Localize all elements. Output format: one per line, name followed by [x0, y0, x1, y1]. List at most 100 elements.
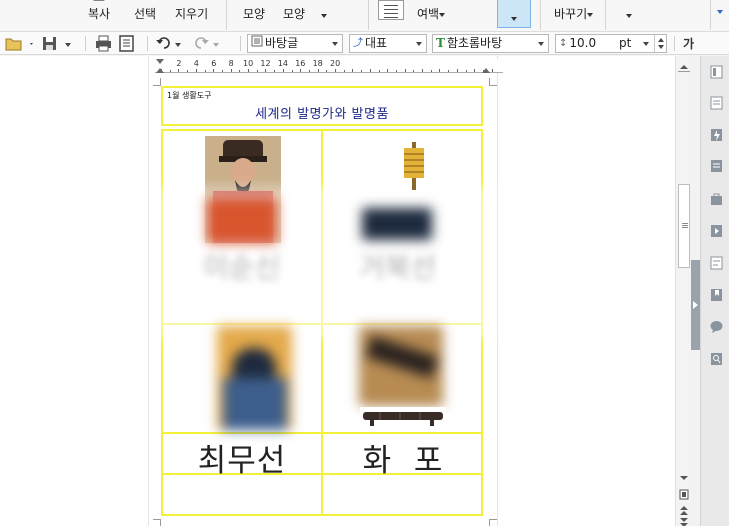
- chevron-down-icon: [680, 476, 688, 480]
- ribbon-copy-button[interactable]: — 복사: [88, 0, 110, 21]
- ruler-tick: [456, 69, 458, 72]
- list-icon[interactable]: [710, 159, 723, 173]
- ruler-number: 10: [243, 59, 254, 68]
- ruler-tick: [256, 70, 258, 72]
- char-style-button[interactable]: 가: [683, 35, 694, 52]
- chevron-down-icon: [538, 42, 544, 46]
- vertical-scrollbar[interactable]: [675, 56, 691, 526]
- bag-icon[interactable]: [710, 192, 723, 206]
- ruler-number: 6: [211, 59, 217, 68]
- ruler-tick: [395, 70, 397, 72]
- ribbon-style-button[interactable]: [321, 0, 327, 22]
- ruler-tick: [248, 69, 249, 72]
- ruler-tick: [378, 70, 380, 72]
- font-size-field[interactable]: ↕ 10.0 pt: [555, 34, 667, 53]
- toolbar-separator: [240, 36, 241, 51]
- scroll-up-button[interactable]: [677, 58, 691, 70]
- ribbon-para-shape-button[interactable]: 모양: [283, 0, 305, 21]
- redo-icon: [195, 37, 219, 49]
- scroll-divider: [678, 71, 690, 72]
- ribbon-orientation-button[interactable]: [458, 0, 462, 7]
- ribbon-char-shape-button[interactable]: 모양: [243, 0, 265, 21]
- chevron-down-icon: [511, 17, 517, 21]
- inventor-table[interactable]: 이순신 거북선 최무선 화 포: [157, 129, 497, 516]
- ruler-tick: [422, 69, 423, 72]
- lightning-icon[interactable]: [710, 128, 723, 142]
- indent-marker-bottom[interactable]: [156, 68, 164, 73]
- page-icon[interactable]: [710, 65, 723, 79]
- prev-page-button[interactable]: [677, 501, 691, 515]
- comment-icon[interactable]: [710, 320, 723, 334]
- ruler-tick: [361, 70, 363, 72]
- search-doc-icon[interactable]: [710, 352, 723, 366]
- ruler-tick: [282, 69, 284, 72]
- ribbon-clear-button[interactable]: 지우기: [175, 0, 208, 21]
- top-right-name: 거북선: [359, 251, 437, 284]
- ruler-tick: [343, 70, 345, 72]
- document-icon[interactable]: [710, 96, 723, 110]
- ribbon-expand-icon[interactable]: [717, 10, 723, 14]
- cannon-photo-image[interactable]: [359, 326, 443, 406]
- font-size-unit: pt: [619, 36, 632, 50]
- scholar-portrait-image[interactable]: [217, 326, 292, 430]
- ribbon-separator: [710, 0, 711, 30]
- ribbon-active-button[interactable]: [497, 0, 531, 28]
- ribbon-margin-button[interactable]: 여백: [417, 0, 446, 21]
- formatting-toolbar: 바탕글 ⤴ 대표 T 함초롬바탕 ↕ 10.0 pt 가: [0, 32, 729, 55]
- chevron-down-icon: [587, 12, 594, 17]
- chevron-down-icon: [416, 42, 422, 46]
- crop-mark: [153, 519, 161, 526]
- printer-icon: [96, 35, 111, 52]
- undo-button[interactable]: [155, 35, 185, 52]
- ruler-tick: [369, 69, 371, 72]
- crop-mark: [489, 78, 497, 86]
- bookmark-icon[interactable]: [710, 288, 723, 302]
- scroll-down-button[interactable]: [677, 469, 691, 481]
- print-button[interactable]: [95, 35, 113, 52]
- ruler-tick: [300, 69, 302, 72]
- font-size-spinner[interactable]: [654, 35, 666, 52]
- ruler-tick: [161, 69, 162, 72]
- text-box-icon[interactable]: [710, 256, 723, 270]
- preview-icon: [119, 35, 134, 52]
- ribbon-table-button[interactable]: [626, 0, 632, 22]
- save-button[interactable]: [42, 35, 72, 52]
- header-box[interactable]: 1월 생활도구 세계의 발명가와 발명품: [161, 86, 483, 126]
- turtle-ship-image[interactable]: [392, 136, 446, 191]
- ribbon-separator: [368, 0, 369, 30]
- bottom-right-name: 화 포: [362, 443, 444, 479]
- ruler-tick: [274, 70, 276, 72]
- page-view-button[interactable]: [677, 486, 691, 500]
- ruler-number: 8: [228, 59, 234, 68]
- indent-marker-top[interactable]: [156, 59, 164, 64]
- cannon-image[interactable]: [360, 407, 446, 429]
- next-page-button[interactable]: [677, 514, 691, 526]
- open-folder-button[interactable]: [5, 35, 35, 52]
- margin-icon[interactable]: [378, 0, 404, 20]
- chevron-right-icon: [693, 301, 698, 309]
- ruler-tick: [439, 69, 441, 72]
- page-right-edge: [497, 56, 498, 526]
- chevron-down-icon: [321, 13, 327, 18]
- paragraph-style-value: 바탕글: [265, 36, 299, 50]
- panel-splitter[interactable]: [691, 56, 700, 526]
- font-combo[interactable]: T 함초롬바탕: [432, 34, 549, 53]
- font-size-value: 10.0: [569, 36, 597, 50]
- play-icon[interactable]: [710, 224, 723, 238]
- preview-button[interactable]: [118, 35, 136, 52]
- style-icon: [251, 35, 263, 52]
- ribbon-select-button[interactable]: 선택: [134, 0, 156, 21]
- scroll-thumb[interactable]: [678, 184, 690, 268]
- hwp-window: — 복사 선택 지우기 모양 모양 여백 바꾸기 바탕글 ⤴ 대표 T 함초롬바…: [0, 0, 729, 526]
- horizontal-ruler[interactable]: 2 4 6 8 10 12 14 16 18 20: [155, 59, 503, 73]
- language-combo[interactable]: ⤴ 대표: [349, 34, 427, 53]
- chevron-down-icon: [643, 42, 649, 46]
- collapse-panel-button[interactable]: [691, 260, 700, 350]
- redo-button[interactable]: [193, 35, 223, 52]
- ruler-tick: [326, 70, 328, 72]
- paragraph-style-combo[interactable]: 바탕글: [247, 34, 343, 53]
- crop-mark: [153, 78, 161, 86]
- ribbon-replace-button[interactable]: 바꾸기: [554, 0, 594, 21]
- ruler-number: 14: [277, 59, 288, 68]
- ruler-tick: [230, 69, 232, 72]
